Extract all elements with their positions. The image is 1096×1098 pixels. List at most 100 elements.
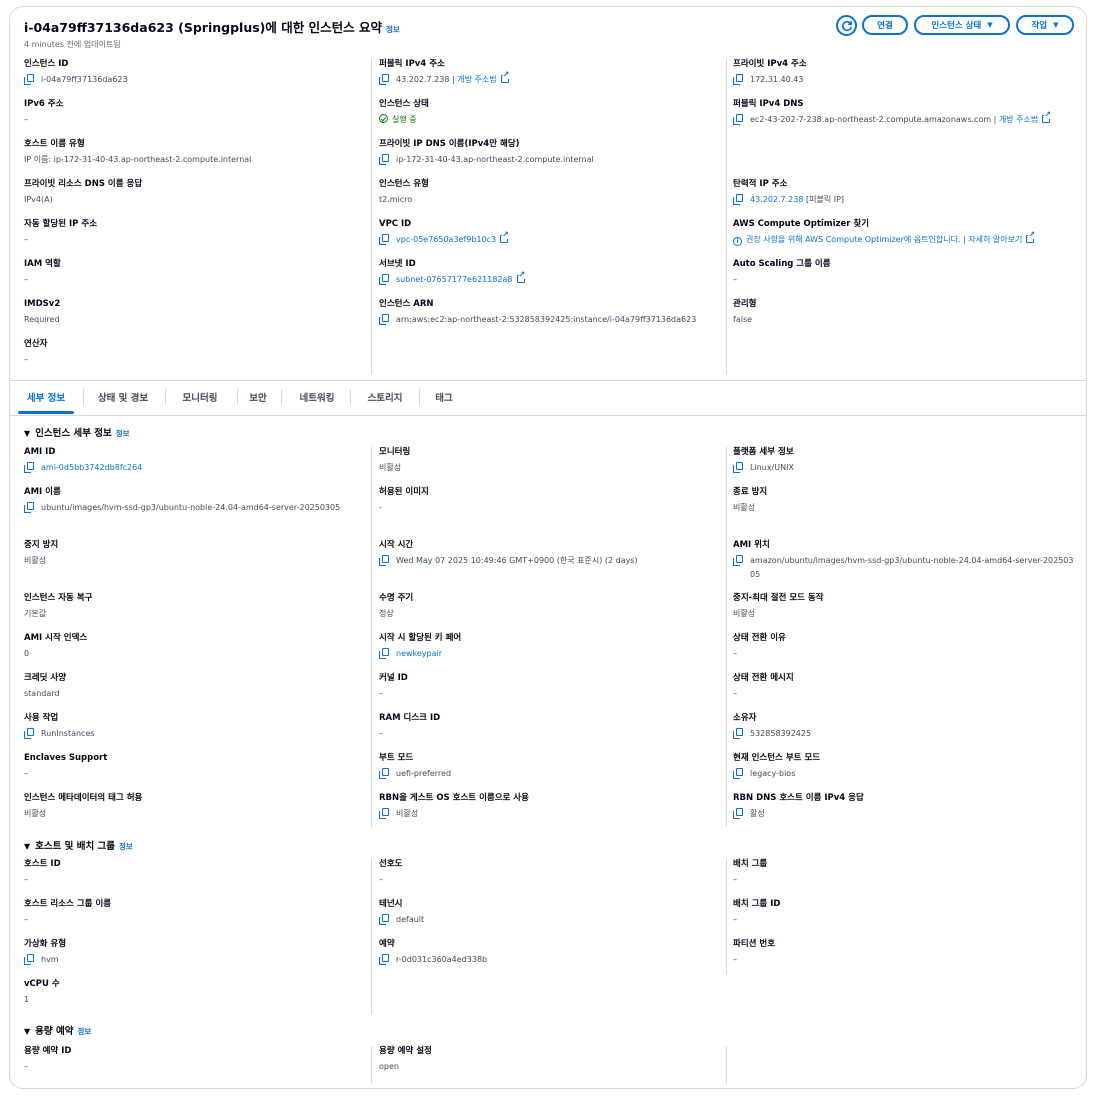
field-vcpu-count: vCPU 수1: [24, 979, 60, 1004]
vpc-link[interactable]: vpc-05e7650a3ef9b10c3: [396, 235, 496, 244]
info-link[interactable]: 정보: [386, 25, 400, 34]
tab-status-alarms[interactable]: 상태 및 경보: [88, 381, 158, 413]
column-divider: [726, 1046, 727, 1084]
copy-icon[interactable]: [379, 914, 389, 925]
opt-in-link[interactable]: 권장 사항을 위해 AWS Compute Optimizer에 옵트인합니다.: [746, 235, 961, 244]
field-host-id: 호스트 ID –: [24, 859, 61, 884]
field-lifecycle: 수명 주기 정상: [379, 593, 414, 618]
open-address-link[interactable]: 개방 주소법: [457, 75, 496, 84]
copy-icon[interactable]: [379, 314, 389, 325]
tab-tags[interactable]: 태그: [424, 381, 464, 413]
copy-icon[interactable]: [24, 502, 34, 513]
copy-icon[interactable]: [733, 194, 743, 205]
copy-icon[interactable]: [379, 154, 389, 165]
field-capacity-reservation-setting: 용량 예약 설정 open: [379, 1046, 432, 1071]
copy-icon[interactable]: [733, 728, 743, 739]
success-check-icon: [379, 114, 388, 123]
key-pair-link[interactable]: newkeypair: [396, 647, 442, 661]
field-usage-operation: 사용 작업 RunInstances: [24, 713, 95, 739]
copy-icon[interactable]: [379, 648, 389, 659]
refresh-icon: [841, 20, 852, 31]
caret-down-icon: ▼: [24, 842, 31, 851]
field-partition-number: 파티션 번호 –: [733, 939, 776, 964]
field-capacity-reservation-id: 용량 예약 ID –: [24, 1046, 72, 1071]
field-operator: 연산자 –: [24, 339, 48, 364]
info-link[interactable]: 정보: [116, 429, 130, 438]
instance-state-dropdown[interactable]: 인스턴스 상태 ▼: [914, 15, 1010, 35]
field-public-dns: 퍼블릭 IPv4 DNS ec2-43-202-7-238.ap-northeas…: [733, 99, 1078, 127]
actions-dropdown[interactable]: 작업 ▼: [1016, 15, 1074, 35]
external-link-icon: [500, 71, 510, 83]
column-divider: [726, 447, 727, 827]
open-address-link[interactable]: 개방 주소법: [999, 115, 1038, 124]
info-link[interactable]: 정보: [119, 842, 133, 851]
connect-button[interactable]: 연결: [862, 15, 908, 35]
column-divider: [726, 859, 727, 974]
copy-icon[interactable]: [733, 114, 743, 125]
tab-details[interactable]: 세부 정보: [15, 381, 77, 414]
tab-storage[interactable]: 스토리지: [355, 381, 415, 413]
column-divider: [726, 59, 727, 374]
copy-icon[interactable]: [379, 808, 389, 819]
tab-networking[interactable]: 네트워킹: [286, 381, 348, 413]
field-private-ip-dns: 프라이빗 IP DNS 이름(IPv4만 해당) ip-172-31-40-43.…: [379, 139, 594, 165]
tab-security[interactable]: 보안: [242, 381, 274, 413]
caret-down-icon: ▼: [1053, 21, 1059, 29]
field-rbn-hostname: RBN을 게스트 OS 호스트 이름으로 사용 비활성: [379, 793, 529, 819]
field-ami-name: AMI 이름 ubuntu/images/hvm-ssd-gp3/ubuntu-n…: [24, 487, 341, 513]
copy-icon[interactable]: [733, 462, 743, 473]
instance-details-header[interactable]: ▼ 인스턴스 세부 정보 정보: [24, 425, 130, 439]
field-compute-optimizer: AWS Compute Optimizer 찾기 i 권장 사항을 위해 AWS C…: [733, 219, 1078, 247]
field-imdsv2: IMDSv2 Required: [24, 299, 61, 324]
external-link-icon: [516, 271, 526, 283]
external-link-icon: [500, 231, 509, 243]
copy-icon[interactable]: [24, 74, 34, 85]
field-enclaves-support: Enclaves Support –: [24, 753, 108, 778]
copy-icon[interactable]: [24, 954, 34, 965]
tab-bar: 세부 정보 상태 및 경보 모니터링 보안 네트워킹 스토리지 태그: [10, 380, 1086, 416]
host-placement-header[interactable]: ▼ 호스트 및 배치 그룹 정보: [24, 838, 133, 852]
host-placement-section: 호스트 ID – 호스트 리소스 그룹 이름 – 가상화 유형 hvm vCPU 수1…: [10, 859, 1086, 1014]
instance-details-section: AMI ID ami-0d5bb3742db8fc264 AMI 이름 ubuntu…: [10, 447, 1086, 827]
copy-icon[interactable]: [379, 768, 389, 779]
field-virtualization-type: 가상화 유형 hvm: [24, 939, 67, 965]
field-private-ipv4: 프라이빗 IPv4 주소 172.31.40.43: [733, 59, 807, 85]
field-auto-scaling: Auto Scaling 그룹 이름 –: [733, 259, 831, 284]
field-owner: 소유자 532858392425: [733, 713, 812, 739]
info-link[interactable]: 정보: [77, 1027, 91, 1036]
copy-icon[interactable]: [379, 555, 389, 566]
field-auto-ip: 자동 할당된 IP 주소 –: [24, 219, 98, 244]
learn-more-link[interactable]: 자세히 알아보기: [968, 235, 1022, 244]
ami-link[interactable]: ami-0d5bb3742db8fc264: [41, 461, 142, 475]
tab-monitoring[interactable]: 모니터링: [170, 381, 230, 413]
field-credit-spec: 크레딧 사양 standard: [24, 673, 67, 698]
capacity-reservation-header[interactable]: ▼ 용량 예약 정보: [24, 1023, 91, 1037]
copy-icon[interactable]: [379, 74, 389, 85]
copy-icon[interactable]: [733, 555, 743, 566]
elastic-ip-link[interactable]: 43.202.7.238: [750, 195, 803, 204]
copy-icon[interactable]: [379, 234, 389, 245]
field-state-transition-message: 상태 전환 메시지 –: [733, 673, 794, 698]
subnet-link[interactable]: subnet-07657177e621182a8: [396, 275, 513, 284]
field-iam-role: IAM 역할 –: [24, 259, 61, 284]
field-stop-protection: 중지 방지 비활성: [24, 540, 59, 565]
field-managed: 관리형 false: [733, 299, 757, 324]
copy-icon[interactable]: [733, 808, 743, 819]
info-circle-icon: i: [733, 237, 742, 246]
capacity-reservation-section: 용량 예약 ID – 용량 예약 설정 open: [10, 1046, 1086, 1084]
copy-icon[interactable]: [379, 954, 389, 965]
page-title: i-04a79ff37136da623 (Springplus)에 대한 인스턴…: [24, 20, 400, 35]
field-instance-type: 인스턴스 유형 t2.micro: [379, 179, 429, 204]
copy-icon[interactable]: [379, 274, 389, 285]
copy-icon[interactable]: [733, 74, 743, 85]
refresh-button[interactable]: [836, 15, 857, 36]
field-state-transition-reason: 상태 전환 이유 –: [733, 633, 786, 658]
field-ipv6: IPv6 주소 –: [24, 99, 64, 124]
copy-icon[interactable]: [24, 462, 34, 473]
field-rbn-dns-ipv4: RBN DNS 호스트 이름 IPv4 응답 활성: [733, 793, 864, 819]
instance-summary-panel: i-04a79ff37136da623 (Springplus)에 대한 인스턴…: [9, 6, 1087, 1089]
copy-icon[interactable]: [733, 768, 743, 779]
field-placement-group: 배치 그룹 –: [733, 859, 768, 884]
column-divider: [371, 447, 372, 827]
copy-icon[interactable]: [24, 728, 34, 739]
